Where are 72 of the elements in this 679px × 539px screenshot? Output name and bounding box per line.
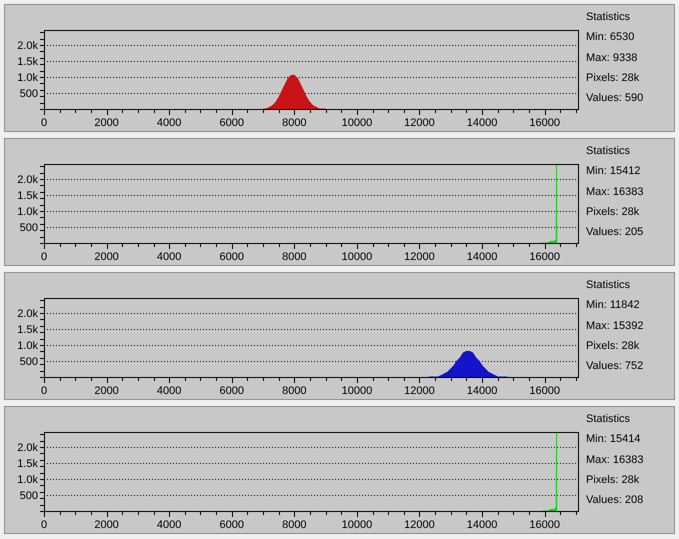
tick-label: 4000 xyxy=(156,251,182,263)
tick-label: 16000 xyxy=(529,251,560,263)
tick-label: 2.0k xyxy=(17,442,38,454)
tick-label: 2000 xyxy=(94,519,119,531)
stat-value: Min: 6530 xyxy=(586,30,636,46)
stat-value: Min: 11842 xyxy=(586,298,641,314)
tick-label: 2.0k xyxy=(17,308,38,320)
tick-label: 2.0k xyxy=(17,174,38,186)
stat-value: Pixels: 28k xyxy=(586,204,640,220)
tick-label: 1.0k xyxy=(17,340,38,352)
stat-value: Pixels: 28k xyxy=(586,338,640,354)
stat-value: Values: 205 xyxy=(586,225,644,240)
tick-label: 1.5k xyxy=(17,458,38,470)
tick-label: 12000 xyxy=(404,385,435,397)
stat-value: Max: 16383 xyxy=(586,184,644,200)
tick-label: 500 xyxy=(20,222,38,234)
tick-label: 10000 xyxy=(342,251,372,263)
tick-label: 0 xyxy=(40,385,48,397)
tick-label: 2000 xyxy=(94,117,119,129)
stat-value: Min: 15414 xyxy=(586,432,642,448)
tick-label: 8000 xyxy=(282,519,307,531)
tick-label: 16000 xyxy=(529,385,560,397)
tick-label: 14000 xyxy=(466,117,498,129)
stat-value: Values: 590 xyxy=(586,91,644,106)
tick-label: 4000 xyxy=(156,117,182,129)
tick-label: 12000 xyxy=(404,519,435,531)
tick-label: 10000 xyxy=(342,519,372,531)
tick-label: 2000 xyxy=(94,251,119,263)
tick-label: 14000 xyxy=(466,385,498,397)
tick-label: 1.0k xyxy=(17,206,38,218)
tick-label: 0 xyxy=(40,519,48,531)
tick-label: 6000 xyxy=(220,385,244,397)
stat-value: Values: 752 xyxy=(586,359,644,374)
stat-value: Max: 9338 xyxy=(586,50,638,66)
tick-label: 2000 xyxy=(94,385,119,397)
stat-value: Max: 16383 xyxy=(586,452,644,468)
stat-value: Pixels: 28k xyxy=(586,472,640,488)
stat-value: Values: 208 xyxy=(586,493,644,508)
tick-label: 6000 xyxy=(220,519,244,531)
stats-title: Statistics xyxy=(586,10,632,25)
tick-label: 1.0k xyxy=(17,72,38,84)
stats-title: Statistics xyxy=(586,412,632,427)
stats-title: Statistics xyxy=(586,144,632,159)
tick-label: 500 xyxy=(20,490,38,502)
tick-label: 16000 xyxy=(529,117,560,129)
tick-label: 1.0k xyxy=(17,474,38,486)
tick-label: 10000 xyxy=(342,117,372,129)
tick-label: 14000 xyxy=(466,519,498,531)
stat-value: Pixels: 28k xyxy=(586,70,640,86)
tick-label: 14000 xyxy=(466,251,498,263)
tick-label: 8000 xyxy=(282,117,307,129)
tick-label: 6000 xyxy=(220,251,244,263)
tick-label: 4000 xyxy=(156,385,182,397)
stats-title: Statistics xyxy=(586,278,632,293)
tick-label: 16000 xyxy=(529,519,560,531)
tick-label: 1.5k xyxy=(17,190,38,202)
tick-label: 8000 xyxy=(282,385,307,397)
tick-label: 500 xyxy=(20,356,38,368)
tick-label: 500 xyxy=(20,88,38,100)
tick-label: 0 xyxy=(40,117,48,129)
tick-label: 1.5k xyxy=(17,56,38,68)
tick-label: 10000 xyxy=(342,385,372,397)
tick-label: 6000 xyxy=(220,117,244,129)
tick-label: 1.5k xyxy=(17,324,38,336)
tick-label: 12000 xyxy=(404,251,435,263)
tick-label: 2.0k xyxy=(17,40,38,52)
stat-value: Min: 15412 xyxy=(586,164,642,180)
tick-label: 8000 xyxy=(282,251,307,263)
tick-label: 0 xyxy=(40,251,48,263)
tick-label: 4000 xyxy=(156,519,182,531)
tick-label: 12000 xyxy=(404,117,435,129)
stat-value: Max: 15392 xyxy=(586,318,644,334)
